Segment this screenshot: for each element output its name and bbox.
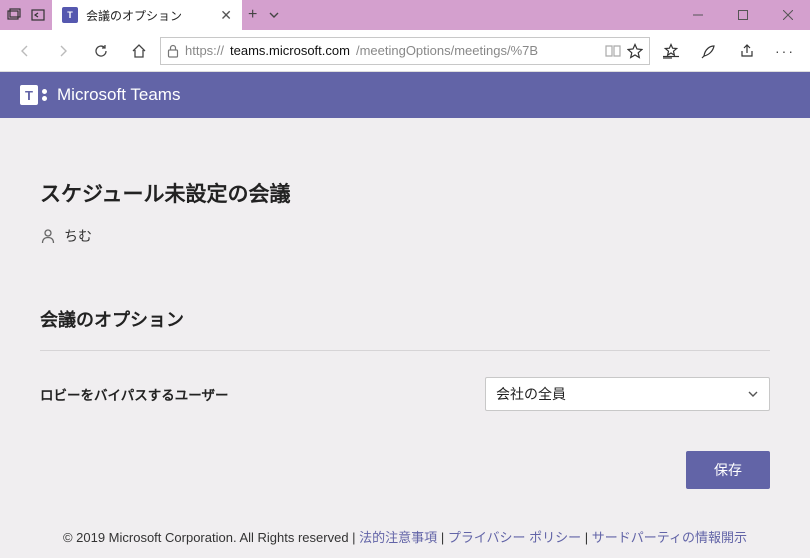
maximize-button[interactable] xyxy=(720,0,765,30)
lobby-bypass-value: 会社の全員 xyxy=(496,384,566,404)
reading-view-icon[interactable] xyxy=(605,44,621,58)
url-scheme: https:// xyxy=(185,43,224,58)
copyright-text: © 2019 Microsoft Corporation. All Rights… xyxy=(63,530,349,545)
forward-button[interactable] xyxy=(46,34,80,68)
favorites-list-icon[interactable] xyxy=(654,34,688,68)
lobby-bypass-label: ロビーをバイパスするユーザー xyxy=(40,384,228,404)
tab-title: 会議のオプション xyxy=(86,7,212,24)
section-divider xyxy=(40,350,770,351)
organizer-name: ちむ xyxy=(64,226,92,246)
window-titlebar: T 会議のオプション ✕ + xyxy=(0,0,810,30)
browser-toolbar: https:// teams.microsoft.com/meetingOptio… xyxy=(0,30,810,72)
new-tab-icon[interactable]: + xyxy=(248,6,257,24)
minimize-button[interactable] xyxy=(675,0,720,30)
chevron-down-icon xyxy=(747,388,759,400)
browser-tab[interactable]: T 会議のオプション ✕ xyxy=(52,0,242,30)
notes-icon[interactable] xyxy=(692,34,726,68)
titlebar-left-icons xyxy=(0,0,52,30)
page-content: スケジュール未設定の会議 ちむ 会議のオプション ロビーをバイパスするユーザー … xyxy=(0,118,810,509)
share-icon[interactable] xyxy=(730,34,764,68)
teams-header: T Microsoft Teams xyxy=(0,72,810,118)
refresh-button[interactable] xyxy=(84,34,118,68)
lobby-bypass-select[interactable]: 会社の全員 xyxy=(485,377,770,411)
url-host: teams.microsoft.com xyxy=(230,43,350,58)
legal-link[interactable]: 法的注意事項 xyxy=(359,530,437,545)
meeting-title: スケジュール未設定の会議 xyxy=(40,178,770,208)
more-icon[interactable]: ··· xyxy=(768,34,802,68)
options-heading: 会議のオプション xyxy=(40,306,770,332)
address-bar[interactable]: https:// teams.microsoft.com/meetingOptio… xyxy=(160,37,650,65)
teams-favicon-icon: T xyxy=(62,7,78,23)
lock-icon xyxy=(167,44,179,58)
person-icon xyxy=(40,228,56,244)
tab-strip-actions: + xyxy=(242,0,287,30)
privacy-link[interactable]: プライバシー ポリシー xyxy=(448,530,581,545)
teams-product-name: Microsoft Teams xyxy=(57,85,180,105)
tab-overflow-icon[interactable] xyxy=(267,8,281,22)
home-button[interactable] xyxy=(122,34,156,68)
third-party-link[interactable]: サードパーティの情報開示 xyxy=(592,530,747,545)
page-footer: © 2019 Microsoft Corporation. All Rights… xyxy=(0,527,810,546)
tab-close-icon[interactable]: ✕ xyxy=(220,7,232,24)
tab-actions-icon[interactable] xyxy=(6,7,22,23)
window-controls xyxy=(675,0,810,30)
close-button[interactable] xyxy=(765,0,810,30)
lobby-bypass-row: ロビーをバイパスするユーザー 会社の全員 xyxy=(40,377,770,411)
favorite-star-icon[interactable] xyxy=(627,43,643,59)
set-aside-tabs-icon[interactable] xyxy=(30,7,46,23)
back-button[interactable] xyxy=(8,34,42,68)
url-path: /meetingOptions/meetings/%7B xyxy=(356,43,538,58)
teams-logo-icon: T xyxy=(20,85,47,105)
organizer-row: ちむ xyxy=(40,226,770,246)
save-button[interactable]: 保存 xyxy=(686,451,770,489)
